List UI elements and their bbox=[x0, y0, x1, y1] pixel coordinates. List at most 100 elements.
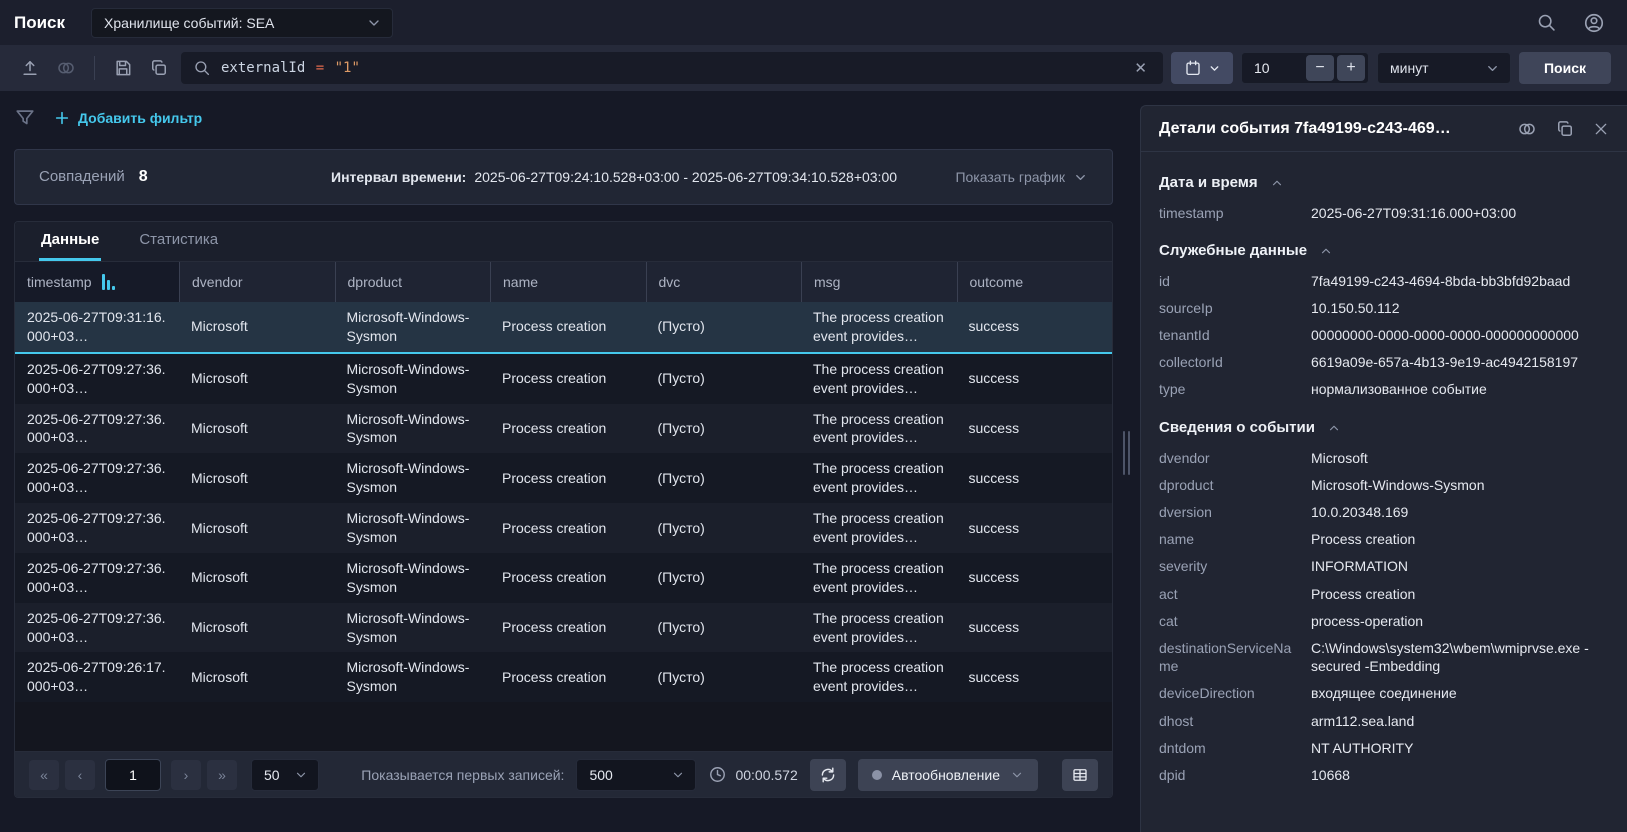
column-label: dvc bbox=[659, 274, 681, 290]
table-row[interactable]: 2025-06-27T09:26:17.000+03…MicrosoftMicr… bbox=[15, 652, 1112, 702]
table-row[interactable]: 2025-06-27T09:27:36.000+03…MicrosoftMicr… bbox=[15, 503, 1112, 553]
table-row[interactable]: 2025-06-27T09:27:36.000+03…MicrosoftMicr… bbox=[15, 404, 1112, 454]
cell-timestamp: 2025-06-27T09:27:36.000+03… bbox=[15, 404, 179, 454]
query-input[interactable]: externalId = "1" ✕ bbox=[181, 52, 1163, 84]
column-label: timestamp bbox=[27, 274, 92, 290]
page-size-select[interactable]: 50 bbox=[251, 759, 319, 791]
clock-icon bbox=[708, 765, 727, 784]
interval-stepper[interactable]: 10 − + bbox=[1241, 52, 1369, 84]
field-value: нормализованное событие bbox=[1311, 380, 1607, 398]
table-row[interactable]: 2025-06-27T09:27:36.000+03…MicrosoftMicr… bbox=[15, 553, 1112, 603]
query-toolbar: externalId = "1" ✕ 10 − + минут Поиск bbox=[0, 45, 1627, 91]
global-search-button[interactable] bbox=[1532, 8, 1561, 37]
cell-dvendor: Microsoft bbox=[179, 404, 335, 454]
field-key: id bbox=[1159, 272, 1311, 290]
column-header-msg[interactable]: msg bbox=[801, 262, 957, 302]
next-page-button[interactable]: › bbox=[171, 760, 201, 790]
cell-timestamp: 2025-06-27T09:27:36.000+03… bbox=[15, 453, 179, 503]
section-toggle[interactable]: Сведения о событии bbox=[1159, 413, 1607, 444]
save-query-button[interactable] bbox=[109, 54, 137, 82]
show-chart-toggle[interactable]: Показать график bbox=[955, 169, 1088, 185]
details-correlate-button[interactable] bbox=[1513, 115, 1541, 143]
first-page-button[interactable]: « bbox=[29, 760, 59, 790]
column-header-outcome[interactable]: outcome bbox=[957, 262, 1113, 302]
interval-value[interactable]: 10 bbox=[1254, 60, 1306, 76]
field-value: Microsoft-Windows-Sysmon bbox=[1311, 476, 1607, 494]
interval-increment-button[interactable]: + bbox=[1337, 55, 1365, 81]
section-toggle[interactable]: Служебные данные bbox=[1159, 236, 1607, 267]
cell-name: Process creation bbox=[490, 404, 646, 454]
field-key: timestamp bbox=[1159, 204, 1311, 222]
table-row[interactable]: 2025-06-27T09:27:36.000+03…MicrosoftMicr… bbox=[15, 603, 1112, 653]
column-header-name[interactable]: name bbox=[490, 262, 646, 302]
detail-field-dproduct: dproductMicrosoft-Windows-Sysmon bbox=[1159, 471, 1607, 498]
detail-field-type: typeнормализованное событие bbox=[1159, 376, 1607, 403]
tab-статистика[interactable]: Статистика bbox=[137, 222, 220, 261]
detail-field-deviceDirection: deviceDirectionвходящее соединение bbox=[1159, 680, 1607, 707]
last-page-button[interactable]: » bbox=[207, 760, 237, 790]
cell-timestamp: 2025-06-27T09:27:36.000+03… bbox=[15, 603, 179, 653]
matches-count: 8 bbox=[139, 168, 148, 186]
autoupdate-label: Автообновление bbox=[892, 767, 1000, 783]
cell-dvc: (Пусто) bbox=[646, 404, 802, 454]
field-key: deviceDirection bbox=[1159, 684, 1311, 702]
cell-msg: The process creation event provides… bbox=[801, 652, 957, 702]
cell-name: Process creation bbox=[490, 302, 646, 352]
cell-dvc: (Пусто) bbox=[646, 354, 802, 404]
toolbar-divider bbox=[94, 56, 95, 80]
funnel-icon bbox=[14, 107, 36, 129]
table-row[interactable]: 2025-06-27T09:31:16.000+03…MicrosoftMicr… bbox=[15, 302, 1112, 354]
cell-dvc: (Пусто) bbox=[646, 503, 802, 553]
run-search-button[interactable]: Поиск bbox=[1519, 52, 1611, 84]
section-toggle[interactable]: Дата и время bbox=[1159, 168, 1607, 199]
column-header-timestamp[interactable]: timestamp bbox=[15, 262, 179, 302]
refresh-button[interactable] bbox=[810, 759, 846, 791]
details-section: Дата и времяtimestamp2025-06-27T09:31:16… bbox=[1159, 168, 1607, 226]
filter-row: Добавить фильтр bbox=[14, 105, 1113, 131]
profile-button[interactable] bbox=[1579, 8, 1609, 38]
storage-select[interactable]: Хранилище событий: SEA bbox=[91, 8, 393, 38]
interval-block: Интервал времени: 2025-06-27T09:24:10.52… bbox=[331, 169, 955, 185]
chevron-down-icon bbox=[1208, 62, 1221, 75]
column-label: dproduct bbox=[348, 274, 402, 290]
matches-label: Совпадений bbox=[39, 168, 125, 185]
chevron-down-icon bbox=[1010, 768, 1024, 782]
cell-name: Process creation bbox=[490, 354, 646, 404]
panel-resize-handle[interactable] bbox=[1123, 431, 1130, 475]
clear-query-button[interactable]: ✕ bbox=[1126, 55, 1155, 81]
add-filter-button[interactable]: Добавить фильтр bbox=[54, 110, 202, 126]
details-close-button[interactable] bbox=[1589, 117, 1613, 141]
interval-label: Интервал времени: bbox=[331, 169, 466, 185]
correlate-button[interactable] bbox=[52, 54, 80, 82]
field-value: INFORMATION bbox=[1311, 557, 1607, 575]
copy-query-button[interactable] bbox=[145, 54, 173, 82]
cell-outcome: success bbox=[957, 553, 1113, 603]
page-number-input[interactable]: 1 bbox=[105, 759, 161, 791]
table-row[interactable]: 2025-06-27T09:27:36.000+03…MicrosoftMicr… bbox=[15, 354, 1112, 404]
field-key: dpid bbox=[1159, 766, 1311, 784]
autoupdate-toggle[interactable]: Автообновление bbox=[858, 759, 1038, 791]
detail-field-cat: catprocess-operation bbox=[1159, 607, 1607, 634]
tab-данные[interactable]: Данные bbox=[39, 222, 101, 261]
field-key: name bbox=[1159, 530, 1311, 548]
column-header-dvc[interactable]: dvc bbox=[646, 262, 802, 302]
export-button[interactable] bbox=[16, 54, 44, 82]
details-copy-button[interactable] bbox=[1551, 115, 1579, 143]
column-header-dvendor[interactable]: dvendor bbox=[179, 262, 335, 302]
detail-field-act: actProcess creation bbox=[1159, 580, 1607, 607]
panel-gutter bbox=[1113, 91, 1140, 832]
cell-dvc: (Пусто) bbox=[646, 302, 802, 352]
interval-unit-select[interactable]: минут bbox=[1377, 52, 1511, 84]
column-header-dproduct[interactable]: dproduct bbox=[335, 262, 491, 302]
field-key: sourceIp bbox=[1159, 299, 1311, 317]
interval-unit-value: минут bbox=[1390, 60, 1485, 76]
column-settings-button[interactable] bbox=[1062, 759, 1098, 791]
time-range-calendar-button[interactable] bbox=[1171, 52, 1233, 84]
record-limit-select[interactable]: 500 bbox=[576, 759, 696, 791]
prev-page-button[interactable]: ‹ bbox=[65, 760, 95, 790]
chevron-down-icon bbox=[294, 768, 308, 782]
sort-bars-icon[interactable] bbox=[102, 274, 115, 290]
interval-decrement-button[interactable]: − bbox=[1306, 55, 1334, 81]
table-row[interactable]: 2025-06-27T09:27:36.000+03…MicrosoftMicr… bbox=[15, 453, 1112, 503]
detail-field-dntdom: dntdomNT AUTHORITY bbox=[1159, 734, 1607, 761]
